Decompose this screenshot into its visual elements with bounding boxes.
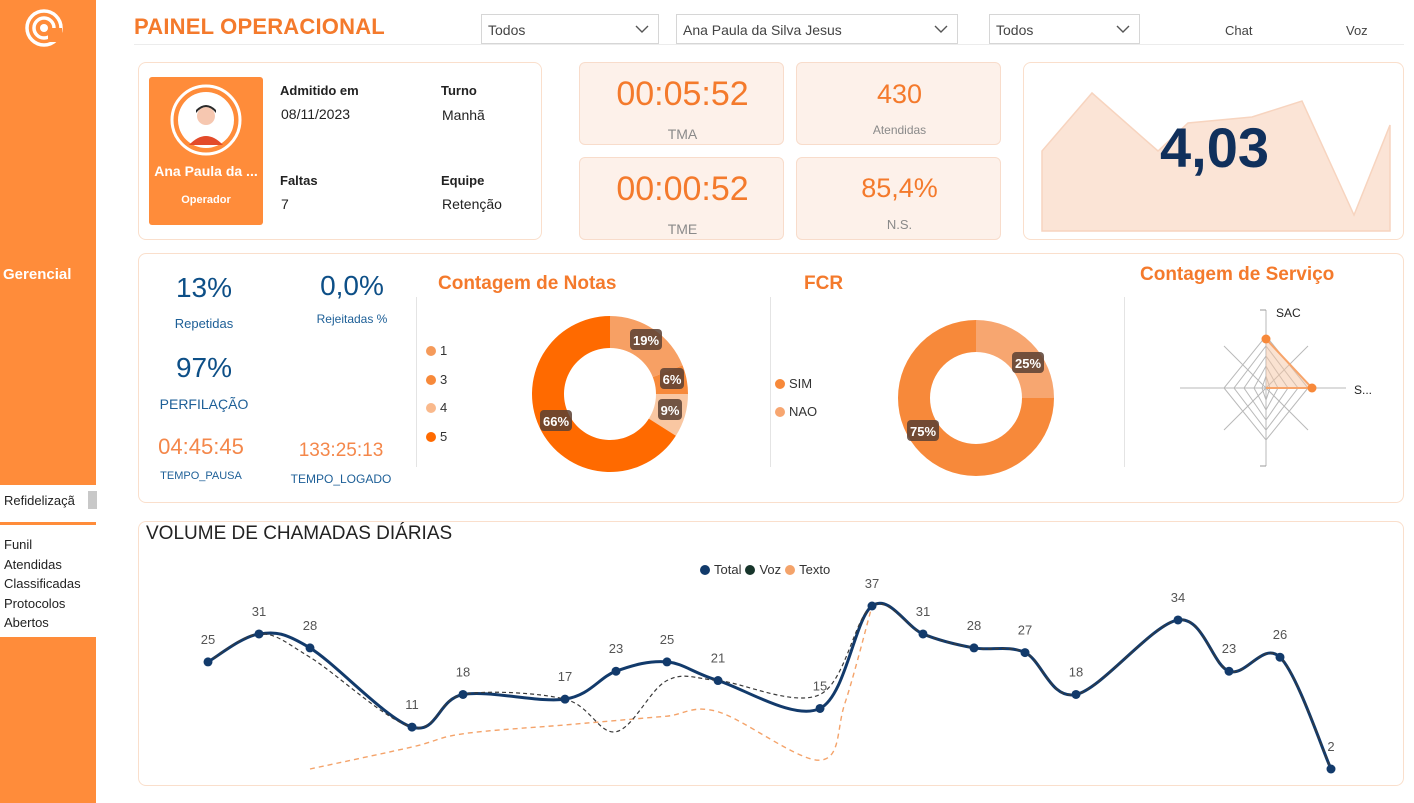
data-point[interactable] bbox=[407, 722, 417, 732]
data-label: 18 bbox=[1069, 664, 1083, 679]
data-point[interactable] bbox=[662, 657, 672, 667]
data-point[interactable] bbox=[254, 629, 264, 639]
data-label: 31 bbox=[252, 604, 266, 619]
data-point[interactable] bbox=[1071, 689, 1081, 699]
data-label: 11 bbox=[405, 697, 419, 712]
data-label: 27 bbox=[1018, 623, 1032, 638]
data-point[interactable] bbox=[1275, 652, 1285, 662]
data-point[interactable] bbox=[918, 629, 928, 639]
data-label: 23 bbox=[1222, 641, 1236, 656]
data-point[interactable] bbox=[969, 643, 979, 653]
data-label: 21 bbox=[711, 651, 725, 666]
data-point[interactable] bbox=[611, 666, 621, 676]
data-label: 28 bbox=[303, 618, 317, 633]
data-label: 31 bbox=[916, 604, 930, 619]
data-label: 17 bbox=[558, 669, 572, 684]
volume-line-chart: 25 31 28 11 18 17 23 25 21 15 37 31 28 27 18 34 23 26 2 bbox=[201, 576, 1336, 774]
data-point[interactable] bbox=[1020, 648, 1030, 658]
data-point[interactable] bbox=[713, 676, 723, 686]
data-point[interactable] bbox=[560, 694, 570, 704]
data-point[interactable] bbox=[1224, 666, 1234, 676]
data-label: 25 bbox=[660, 632, 674, 647]
data-label: 28 bbox=[967, 618, 981, 633]
data-label: 15 bbox=[813, 678, 827, 693]
data-point[interactable] bbox=[815, 703, 825, 713]
data-point[interactable] bbox=[1326, 764, 1336, 774]
data-label: 18 bbox=[456, 664, 470, 679]
data-label: 23 bbox=[609, 641, 623, 656]
data-point[interactable] bbox=[1173, 615, 1183, 625]
data-label: 25 bbox=[201, 632, 215, 647]
data-point[interactable] bbox=[305, 643, 315, 653]
data-label: 37 bbox=[865, 576, 879, 591]
series-line-total bbox=[207, 601, 1333, 770]
data-point[interactable] bbox=[203, 657, 213, 667]
data-label: 26 bbox=[1273, 627, 1287, 642]
data-point[interactable] bbox=[458, 689, 468, 699]
data-label: 2 bbox=[1327, 739, 1334, 754]
data-point[interactable] bbox=[867, 601, 877, 611]
data-label: 34 bbox=[1171, 590, 1185, 605]
